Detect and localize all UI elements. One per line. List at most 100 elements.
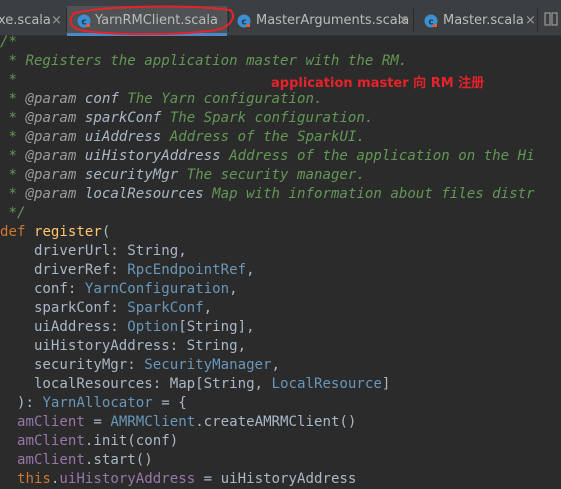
ide-window: xe.scala × c YarnRMClient.scala c Master… <box>0 0 561 489</box>
code-token: = { <box>152 395 187 411</box>
code-token: conf: <box>0 281 85 297</box>
code-token: * <box>0 186 26 202</box>
code-token: * <box>0 91 26 107</box>
code-token: @param <box>25 91 77 107</box>
code-token: , <box>246 262 255 278</box>
code-token: @param <box>25 186 77 202</box>
code-line: ): YarnAllocator = { <box>0 394 561 413</box>
svg-text:c: c <box>81 18 86 28</box>
code-line: sparkConf: SparkConf, <box>0 299 561 318</box>
code-token: @param <box>25 129 77 145</box>
tab-label: Master.scala <box>443 13 524 28</box>
code-token: @param <box>25 148 77 164</box>
svg-text:c: c <box>428 18 433 28</box>
code-line: conf: YarnConfiguration, <box>0 280 561 299</box>
code-line: amClient.start() <box>0 451 561 470</box>
code-token: this <box>0 471 51 487</box>
code-line: uiHistoryAddress: String, <box>0 337 561 356</box>
code-line: * Registers the application master with … <box>0 52 561 71</box>
tab-divider <box>537 8 538 32</box>
code-line: this.uiHistoryAddress = uiHistoryAddress <box>0 470 561 489</box>
code-token: Address of the application on the Hi <box>220 148 535 164</box>
code-token: [String], <box>178 319 255 335</box>
tab-master-scala[interactable]: c Master.scala × <box>414 6 536 36</box>
code-line: /* <box>0 33 561 52</box>
code-token: /* <box>0 34 17 50</box>
code-token: localResources: Map[String, <box>0 376 272 392</box>
code-token: def <box>0 224 34 240</box>
code-token: YarnConfiguration <box>84 281 230 297</box>
code-token: @param <box>25 110 77 126</box>
code-token: * <box>0 110 26 126</box>
code-token: uiAddress <box>76 129 162 145</box>
code-token: , <box>271 357 281 373</box>
code-token: , <box>203 300 213 316</box>
code-editor[interactable]: /* * Registers the application master wi… <box>0 33 561 489</box>
code-token: ( <box>101 224 111 240</box>
split-editor-icon[interactable] <box>544 12 558 26</box>
tab-label: MasterArguments.scala <box>256 13 410 28</box>
code-token: ] <box>381 376 391 392</box>
code-token: The security manager. <box>178 167 365 183</box>
close-icon[interactable]: × <box>398 6 409 36</box>
code-token: .start() <box>84 452 153 468</box>
code-line: driverUrl: String, <box>0 242 561 261</box>
code-token: uiHistoryAddress <box>59 471 196 487</box>
code-token: Map with information about files distr <box>203 186 535 202</box>
code-token: */ <box>0 205 26 221</box>
code-token: securityMgr <box>76 167 179 183</box>
editor-tab-bar: xe.scala × c YarnRMClient.scala c Master… <box>0 0 561 36</box>
code-token: uiHistoryAddress: String, <box>0 338 247 354</box>
svg-text:c: c <box>241 18 246 28</box>
code-line: uiAddress: Option[String], <box>0 318 561 337</box>
code-token: sparkConf <box>76 110 162 126</box>
code-line: */ <box>0 204 561 223</box>
code-token: ): <box>0 395 43 411</box>
code-token: @param <box>25 167 77 183</box>
code-line: * @param uiAddress Address of the SparkU… <box>0 128 561 147</box>
code-token: uiHistoryAddress <box>76 148 221 164</box>
code-line: amClient.init(conf) <box>0 432 561 451</box>
code-token: sparkConf: <box>0 300 128 316</box>
scala-class-icon: c <box>77 14 91 28</box>
tab-yarnrmclient-scala[interactable]: c YarnRMClient.scala <box>67 6 227 36</box>
close-icon[interactable]: × <box>525 6 536 36</box>
tab-label: xe.scala <box>0 13 51 28</box>
code-token: The Spark configuration. <box>161 110 374 126</box>
code-token: The Yarn configuration. <box>118 91 323 107</box>
code-token: register <box>33 224 102 240</box>
code-token: securityMgr: <box>0 357 145 373</box>
code-token: AMRMClient <box>110 414 196 430</box>
code-line: * @param uiHistoryAddress Address of the… <box>0 147 561 166</box>
code-token: * <box>0 129 26 145</box>
code-token: * <box>0 167 26 183</box>
code-token: * Registers the application master with … <box>0 53 408 69</box>
code-line: localResources: Map[String, LocalResourc… <box>0 375 561 394</box>
tab-masterarguments-scala[interactable]: c MasterArguments.scala × <box>229 6 411 36</box>
scala-class-icon: c <box>424 14 438 28</box>
annotation-label: application master 向 RM 注册 <box>271 76 485 91</box>
code-token: Address of the SparkUI. <box>161 129 365 145</box>
code-line: * @param conf The Yarn configuration. <box>0 90 561 109</box>
code-token: localResources <box>76 186 204 202</box>
tab-xe-scala[interactable]: xe.scala × <box>0 6 64 36</box>
code-line: securityMgr: SecurityManager, <box>0 356 561 375</box>
code-line: driverRef: RpcEndpointRef, <box>0 261 561 280</box>
close-icon[interactable]: × <box>51 6 62 36</box>
code-token: .createAMRMClient() <box>195 414 357 430</box>
code-line: * @param sparkConf The Spark configurati… <box>0 109 561 128</box>
code-token: driverRef: <box>0 262 128 278</box>
code-token: .init(conf) <box>84 433 179 449</box>
code-line: * @param localResources Map with informa… <box>0 185 561 204</box>
code-token: LocalResource <box>271 376 382 392</box>
code-token: SparkConf <box>127 300 204 316</box>
scala-class-icon: c <box>237 14 251 28</box>
code-token: = uiHistoryAddress <box>195 471 357 487</box>
code-token: * <box>0 72 17 88</box>
code-token: amClient <box>0 433 85 449</box>
code-token: = <box>84 414 111 430</box>
tab-label: YarnRMClient.scala <box>95 13 218 28</box>
code-line: amClient = AMRMClient.createAMRMClient() <box>0 413 561 432</box>
code-token: * <box>0 148 26 164</box>
code-token: YarnAllocator <box>42 395 153 411</box>
